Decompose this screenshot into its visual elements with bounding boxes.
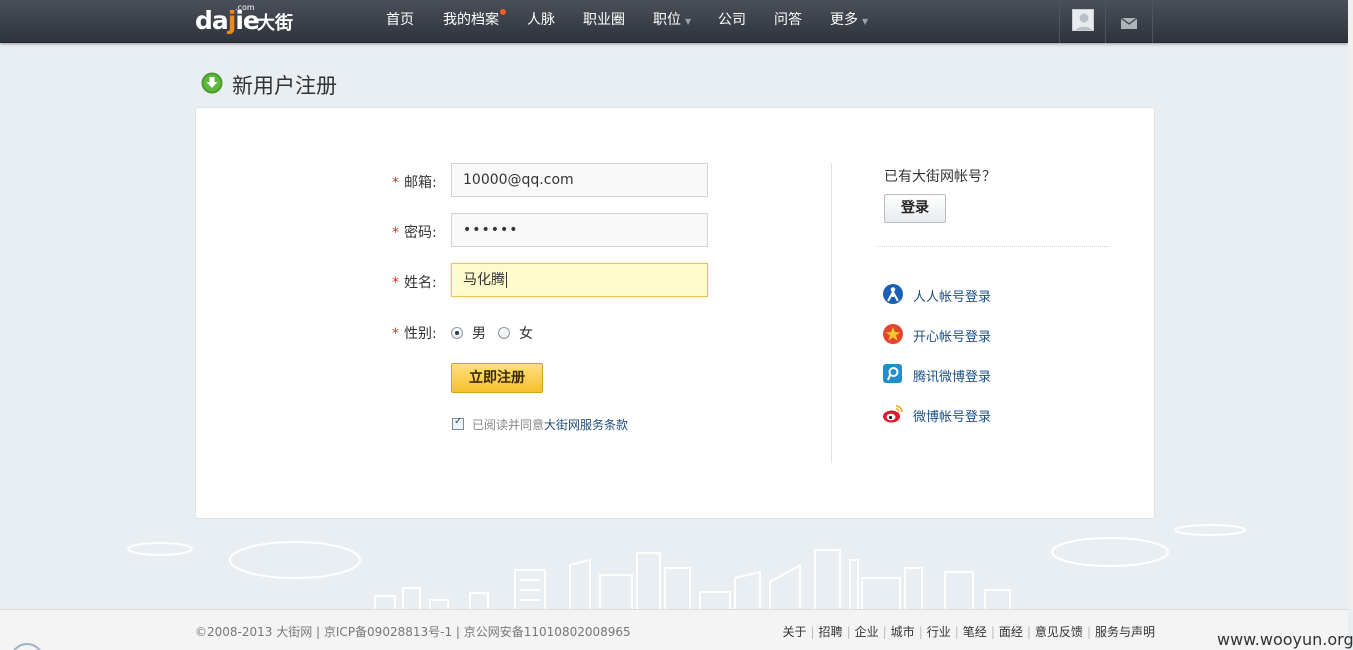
nav-item-home[interactable]: 首页 [386, 0, 414, 42]
vertical-divider [831, 163, 832, 463]
dotted-divider [876, 246, 1109, 247]
gender-female-radio[interactable] [498, 327, 510, 339]
logo-cn: 大街 [257, 13, 293, 34]
agree-text: 已阅读并同意大街网服务条款 [472, 418, 629, 432]
text-cursor [506, 272, 507, 288]
kaixin-icon [883, 324, 903, 344]
gender-male-label[interactable]: 男 [472, 323, 486, 343]
footer-link-city[interactable]: 城市 [891, 625, 915, 639]
nav-divider [1105, 0, 1106, 43]
password-field[interactable]: •••••• [451, 213, 708, 247]
chevron-down-icon: ▼ [685, 17, 692, 26]
footer-link-interview[interactable]: 面经 [999, 625, 1023, 639]
name-label: * 姓名: [392, 275, 437, 291]
email-label: * 邮箱: [392, 175, 437, 191]
agree-checkbox[interactable] [452, 416, 464, 430]
city-skyline-decoration [127, 524, 1246, 610]
tencent-weibo-icon [883, 364, 902, 383]
page-title: 新用户注册 [232, 74, 337, 98]
gender-female-label[interactable]: 女 [519, 323, 533, 343]
name-field[interactable]: 马化腾 [451, 263, 708, 297]
chevron-down-icon: ▼ [862, 17, 869, 26]
nav-item-qa[interactable]: 问答 [774, 0, 802, 42]
terms-link[interactable]: 大街网服务条款 [544, 418, 628, 432]
top-navigation-bar: dajie .com 大街 首页 我的档案 人脉 职业圈 职位 ▼ 公司 问答 更… [0, 0, 1348, 43]
password-label: * 密码: [392, 225, 437, 241]
nav-item-my-profile[interactable]: 我的档案 [443, 0, 499, 42]
download-arrow-icon [201, 72, 223, 94]
footer-link-terms[interactable]: 服务与声明 [1095, 625, 1155, 639]
register-button[interactable]: 立即注册 [451, 363, 543, 393]
nav-item-jobs[interactable]: 职位 ▼ [653, 0, 691, 42]
email-field[interactable]: 10000@qq.com [451, 163, 708, 197]
footer-link-recruit[interactable]: 招聘 [819, 625, 843, 639]
nav-item-career-circle[interactable]: 职业圈 [583, 0, 625, 42]
footer-link-feedback[interactable]: 意见反馈 [1035, 625, 1083, 639]
footer-link-written-exam[interactable]: 笔经 [963, 625, 987, 639]
copyright-text: ©2008-2013 大街网 | 京ICP备09028813号-1 | 京公网安… [195, 625, 631, 639]
renren-icon [883, 284, 903, 304]
gender-male-radio[interactable] [451, 327, 463, 339]
notification-dot [500, 9, 506, 15]
logo-com: .com [235, 3, 255, 12]
nav-divider [1152, 0, 1153, 43]
watermark-text: www.wooyun.org [1217, 630, 1353, 649]
gender-label: * 性别: [392, 326, 437, 342]
nav-item-connections[interactable]: 人脉 [527, 0, 555, 42]
has-account-text: 已有大街网帐号？ [884, 169, 996, 185]
footer-link-enterprise[interactable]: 企业 [855, 625, 879, 639]
footer: ©2008-2013 大街网 | 京ICP备09028813号-1 | 京公网安… [0, 609, 1348, 650]
login-button[interactable]: 登录 [884, 194, 946, 223]
nav-item-companies[interactable]: 公司 [718, 0, 746, 42]
scrollbar[interactable] [1348, 0, 1353, 610]
footer-link-about[interactable]: 关于 [782, 625, 806, 639]
nav-divider [1059, 0, 1060, 43]
user-avatar-icon[interactable] [1072, 9, 1094, 31]
footer-links: 关于 | 招聘 | 企业 | 城市 | 行业 | 笔经 | 面经 | 意见反馈 | 服务与声明 [782, 625, 1155, 639]
footer-link-industry[interactable]: 行业 [927, 625, 951, 639]
mail-icon[interactable] [1120, 14, 1138, 29]
sina-weibo-icon [883, 405, 903, 423]
nav-item-more[interactable]: 更多 ▼ [830, 0, 868, 42]
